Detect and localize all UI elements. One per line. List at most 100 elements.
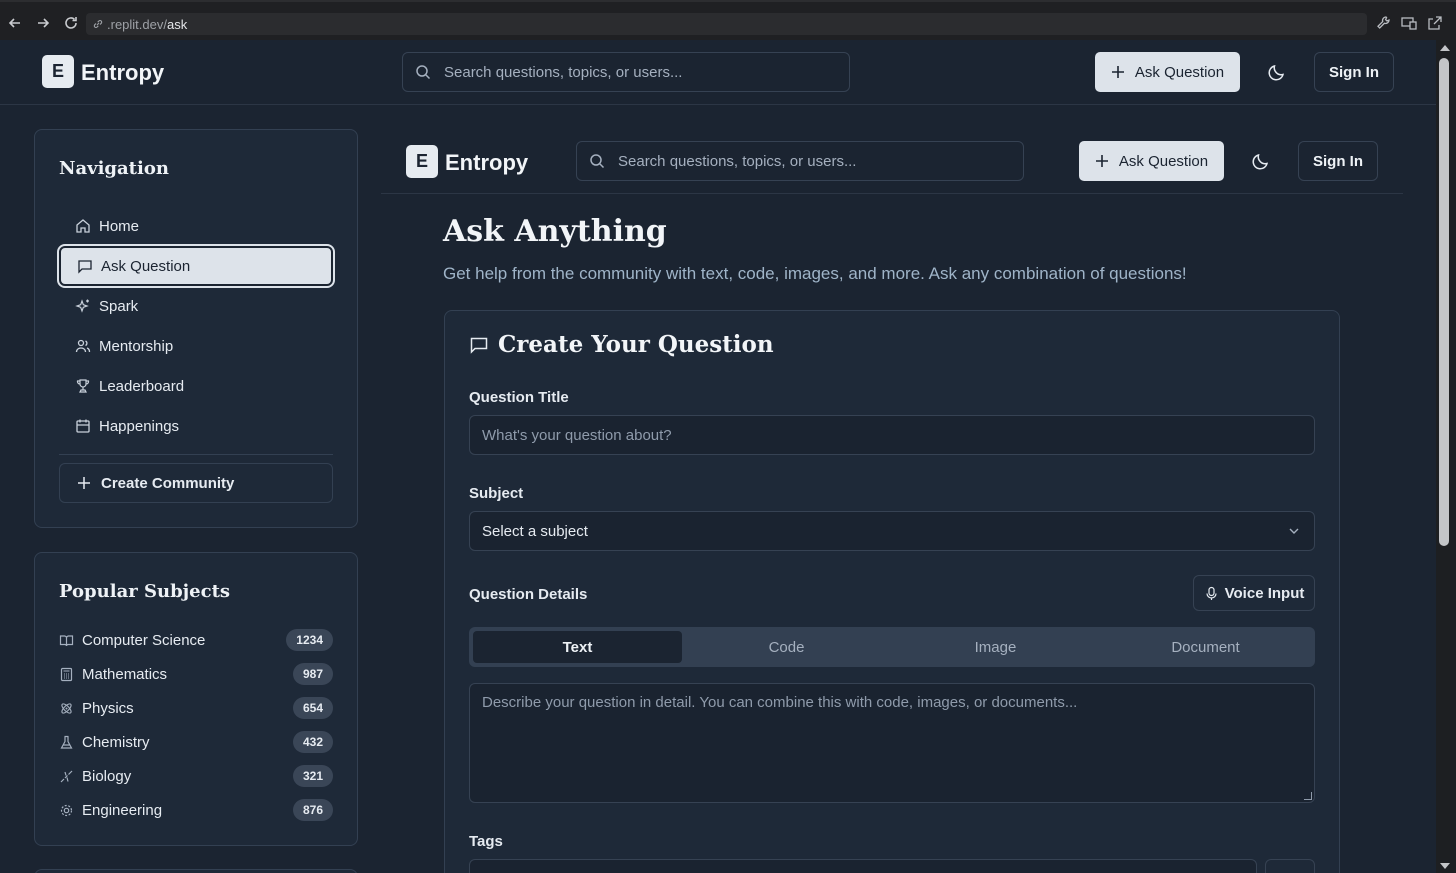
message-square-icon: [77, 258, 93, 274]
subject-select-value: Select a subject: [482, 522, 588, 540]
voice-input-button[interactable]: Voice Input: [1193, 575, 1315, 611]
address-bar[interactable]: .replit.dev/ask: [86, 13, 1367, 35]
popular-subjects-title: Popular Subjects: [59, 581, 231, 602]
home-icon: [75, 218, 91, 234]
subject-item-computer-science[interactable]: Computer Science 1234: [59, 628, 333, 652]
subject-label: Computer Science: [82, 631, 206, 649]
site-header: E Entropy Search questions, topics, or u…: [0, 40, 1436, 105]
subject-count: 1234: [286, 629, 333, 651]
inner-sign-in-button[interactable]: Sign In: [1298, 141, 1378, 181]
sidebar-card-partial: [34, 869, 358, 873]
subject-item-engineering[interactable]: Engineering 876: [59, 798, 333, 822]
subject-item-biology[interactable]: Biology 321: [59, 764, 333, 788]
create-community-label: Create Community: [101, 474, 235, 492]
forward-icon[interactable]: [34, 14, 52, 32]
link-icon: [92, 18, 104, 30]
tab-document[interactable]: Document: [1101, 631, 1310, 663]
question-details-label: Question Details: [469, 586, 588, 603]
book-open-icon: [59, 633, 74, 648]
inner-logo-badge[interactable]: E: [406, 145, 438, 178]
question-title-input[interactable]: What's your question about?: [469, 415, 1315, 455]
subject-label: Biology: [82, 767, 132, 785]
page-subtitle: Get help from the community with text, c…: [443, 264, 1187, 283]
nav-item-spark[interactable]: Spark: [59, 286, 333, 326]
url-host: .replit.dev/: [107, 16, 167, 32]
voice-input-label: Voice Input: [1224, 584, 1305, 602]
page-scrollbar[interactable]: [1436, 40, 1456, 873]
tags-label: Tags: [469, 833, 503, 850]
question-details-placeholder: Describe your question in detail. You ca…: [482, 694, 1078, 711]
tags-input[interactable]: [469, 859, 1257, 873]
subject-label: Subject: [469, 485, 524, 502]
plus-icon: [1095, 154, 1109, 168]
add-tag-button[interactable]: [1265, 859, 1315, 873]
nav-divider: [59, 454, 333, 455]
inner-ask-question-button[interactable]: Ask Question: [1079, 141, 1224, 181]
inner-search-input[interactable]: Search questions, topics, or users...: [576, 141, 1024, 181]
logo-text[interactable]: Entropy: [81, 60, 164, 86]
reload-icon[interactable]: [62, 14, 80, 32]
scroll-down-arrow[interactable]: [1440, 863, 1450, 869]
ask-question-button[interactable]: Ask Question: [1095, 52, 1240, 92]
search-input[interactable]: Search questions, topics, or users...: [402, 52, 850, 92]
microphone-icon: [1204, 586, 1219, 601]
subject-item-physics[interactable]: Physics 654: [59, 696, 333, 720]
subject-item-chemistry[interactable]: Chemistry 432: [59, 730, 333, 754]
flask-icon: [59, 735, 74, 750]
calendar-icon: [75, 418, 91, 434]
create-community-button[interactable]: Create Community: [59, 463, 333, 503]
search-icon: [589, 153, 605, 169]
scroll-thumb[interactable]: [1439, 58, 1449, 546]
subject-count: 432: [292, 731, 333, 753]
resize-handle[interactable]: [1304, 792, 1312, 800]
nav-item-label: Mentorship: [99, 337, 174, 355]
cog-icon: [59, 803, 74, 818]
trophy-icon: [75, 378, 91, 394]
ask-question-label: Ask Question: [1134, 63, 1225, 81]
nav-item-label: Happenings: [99, 417, 180, 435]
subject-label: Mathematics: [82, 665, 168, 683]
external-link-icon[interactable]: [1426, 14, 1444, 32]
details-tabs: Text Code Image Document: [469, 627, 1315, 667]
moon-icon[interactable]: [1267, 62, 1287, 82]
question-title-placeholder: What's your question about?: [482, 426, 672, 444]
question-details-textarea[interactable]: Describe your question in detail. You ca…: [469, 683, 1315, 803]
nav-item-leaderboard[interactable]: Leaderboard: [59, 366, 333, 406]
tab-code[interactable]: Code: [682, 631, 891, 663]
form-title: Create Your Question: [469, 331, 774, 358]
calculator-icon: [59, 667, 74, 682]
logo-badge[interactable]: E: [42, 55, 74, 88]
subject-select[interactable]: Select a subject: [469, 511, 1315, 551]
atom-icon: [59, 701, 74, 716]
popular-subjects-card: Popular Subjects Computer Science 1234 M…: [34, 552, 358, 846]
create-question-card: Create Your Question Question Title What…: [444, 310, 1340, 873]
scroll-up-arrow[interactable]: [1440, 45, 1450, 51]
subject-count: 876: [292, 799, 333, 821]
nav-item-happenings[interactable]: Happenings: [59, 406, 333, 446]
users-icon: [75, 338, 91, 354]
sign-in-button[interactable]: Sign In: [1314, 52, 1394, 92]
back-icon[interactable]: [6, 14, 24, 32]
subject-item-mathematics[interactable]: Mathematics 987: [59, 662, 333, 686]
browser-toolbar: .replit.dev/ask: [0, 0, 1456, 40]
dna-icon: [59, 769, 74, 784]
page-title: Ask Anything: [443, 214, 667, 249]
ask-question-label: Ask Question: [1118, 152, 1209, 170]
nav-item-ask-question[interactable]: Ask Question: [59, 246, 333, 286]
subject-count: 987: [292, 663, 333, 685]
tab-text[interactable]: Text: [473, 631, 682, 663]
navigation-card: Navigation Home Ask Question Spark Mento…: [34, 129, 358, 528]
search-icon: [415, 64, 431, 80]
nav-item-home[interactable]: Home: [59, 206, 333, 246]
nav-item-mentorship[interactable]: Mentorship: [59, 326, 333, 366]
nav-item-label: Ask Question: [101, 257, 191, 275]
inner-logo-text[interactable]: Entropy: [445, 150, 528, 176]
moon-icon[interactable]: [1251, 151, 1271, 171]
wrench-icon[interactable]: [1375, 14, 1393, 32]
tab-image[interactable]: Image: [891, 631, 1100, 663]
question-title-label: Question Title: [469, 389, 569, 406]
devices-icon[interactable]: [1400, 14, 1418, 32]
message-square-icon: [469, 335, 489, 355]
subject-label: Chemistry: [82, 733, 150, 751]
subject-count: 321: [292, 765, 333, 787]
